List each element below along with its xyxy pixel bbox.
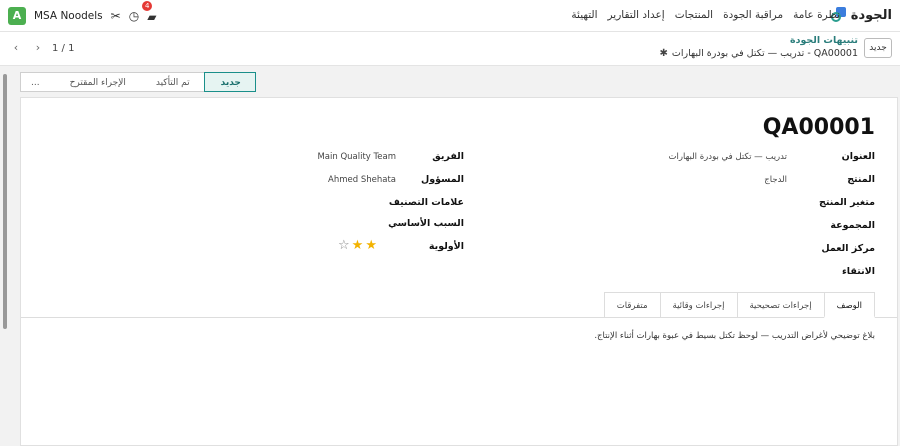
- chat-icon: ▰: [147, 10, 157, 24]
- notebook-tabs: الوصف إجراءات تصحيحية إجراءات وقائية متف…: [603, 292, 875, 318]
- field-label-title: العنوان: [841, 151, 875, 162]
- stage-more[interactable]: ...: [20, 72, 54, 92]
- breadcrumb-parent[interactable]: تنبيهات الجودة: [660, 35, 858, 46]
- field-value-team[interactable]: Main Quality Team: [317, 152, 396, 162]
- clock-icon[interactable]: ◷: [129, 9, 139, 23]
- breadcrumb: تنبيهات الجودة QA00001 - تدريب — تكتل في…: [660, 35, 858, 59]
- pager-value[interactable]: 1 / 1: [52, 43, 74, 54]
- tab-miscellaneous[interactable]: متفرقات: [603, 292, 661, 318]
- field-label-responsible: المسؤول: [421, 174, 464, 185]
- field-label-lot: المجموعة: [830, 220, 875, 231]
- stage-proposed-action[interactable]: الإجراء المقترح: [53, 72, 140, 92]
- priority-star-3-icon[interactable]: ☆: [338, 238, 350, 253]
- pager-next-button[interactable]: ›: [30, 40, 46, 56]
- field-label-team: الفريق: [432, 151, 464, 162]
- gear-icon[interactable]: ✱: [660, 48, 668, 59]
- menu-configuration[interactable]: التهيئة: [571, 9, 597, 21]
- field-label-workcenter: مركز العمل: [821, 243, 875, 254]
- app-name: الجودة: [850, 7, 892, 23]
- record-title: QA00001: [762, 115, 875, 140]
- tools-icon[interactable]: ✂: [111, 9, 121, 23]
- menu-overview[interactable]: نظرة عامة: [793, 9, 840, 21]
- breadcrumb-current-label: QA00001 - تدريب — تكتل في بودرة البهارات: [671, 48, 858, 59]
- priority-star-1-icon[interactable]: ★: [365, 238, 377, 253]
- systray: A MSA Noodels ✂ ◷ ▰ 4: [8, 1, 157, 25]
- field-value-title[interactable]: تدريب — تكتل في بودرة البهارات: [669, 152, 787, 162]
- breadcrumb-current: QA00001 - تدريب — تكتل في بودرة البهارات…: [660, 48, 858, 59]
- control-panel: جديد تنبيهات الجودة QA00001 - تدريب — تك…: [0, 32, 900, 66]
- pager-prev-button[interactable]: ‹: [8, 40, 24, 56]
- field-label-priority: الأولوية: [428, 241, 464, 252]
- field-value-product[interactable]: الدجاج: [764, 175, 787, 185]
- pager: ‹ › 1 / 1: [8, 40, 75, 56]
- field-label-product: المنتج: [847, 174, 875, 185]
- priority-star-2-icon[interactable]: ★: [352, 238, 364, 253]
- menu-reporting[interactable]: إعداد التقارير: [608, 9, 665, 21]
- priority-widget: ☆ ★ ★: [338, 238, 377, 253]
- field-label-product-variant: متغير المنتج: [818, 197, 875, 208]
- scrollbar-thumb[interactable]: [3, 74, 7, 329]
- field-value-responsible[interactable]: Ahmed Shehata: [328, 175, 396, 185]
- form-sheet: QA00001 العنوان تدريب — تكتل في بودرة ال…: [20, 97, 898, 446]
- user-avatar[interactable]: A: [8, 6, 26, 25]
- field-label-picking: الانتقاء: [841, 266, 875, 277]
- tab-preventive-actions[interactable]: إجراءات وقائية: [659, 292, 738, 318]
- stage-confirmed[interactable]: تم التأكيد: [139, 72, 204, 92]
- messages-button[interactable]: ▰ 4: [142, 1, 157, 25]
- new-button[interactable]: جديد: [864, 38, 892, 58]
- tab-description[interactable]: الوصف: [823, 292, 875, 318]
- tabs-divider: [21, 317, 897, 318]
- top-navbar: الجودة نظرة عامة مراقبة الجودة المنتجات …: [0, 0, 900, 32]
- stage-new[interactable]: جديد: [203, 72, 256, 92]
- menu-products[interactable]: المنتجات: [675, 9, 713, 21]
- status-bar: ... الإجراء المقترح تم التأكيد جديد: [20, 72, 256, 92]
- menu-quality-control[interactable]: مراقبة الجودة: [723, 9, 783, 21]
- field-label-root-cause: السبب الأساسي: [388, 218, 464, 229]
- tab-corrective-actions[interactable]: إجراءات تصحيحية: [736, 292, 825, 318]
- field-label-tags: علامات التصنيف: [388, 197, 464, 208]
- main-menu: نظرة عامة مراقبة الجودة المنتجات إعداد ا…: [571, 9, 840, 21]
- company-switcher[interactable]: MSA Noodels: [34, 10, 103, 22]
- description-text[interactable]: بلاغ توضيحي لأغراض التدريب — لوحظ تكتل ب…: [594, 331, 875, 341]
